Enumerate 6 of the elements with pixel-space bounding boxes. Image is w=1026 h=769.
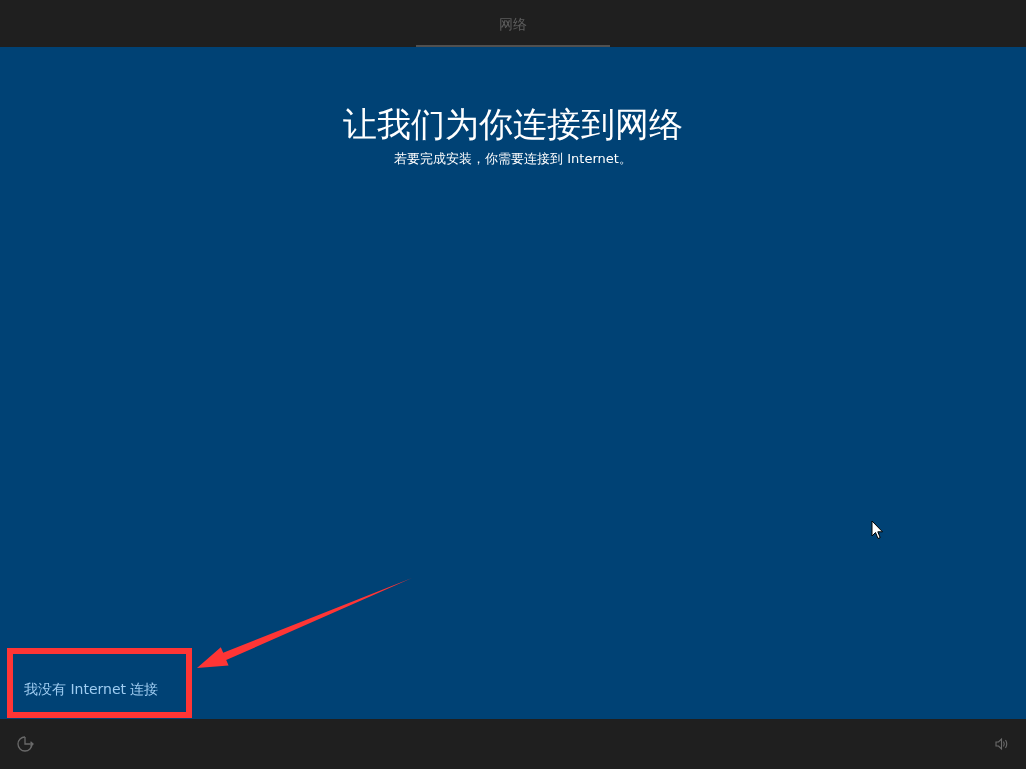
page-title: 让我们为你连接到网络 bbox=[342, 103, 684, 146]
speaker-icon[interactable] bbox=[995, 737, 1009, 751]
no-internet-link[interactable]: 我没有 Internet 连接 bbox=[24, 679, 159, 699]
pointer-icon bbox=[871, 520, 884, 540]
dial-icon[interactable] bbox=[16, 735, 34, 753]
page-subtitle: 若要完成安装，你需要连接到 Internet。 bbox=[393, 150, 633, 168]
